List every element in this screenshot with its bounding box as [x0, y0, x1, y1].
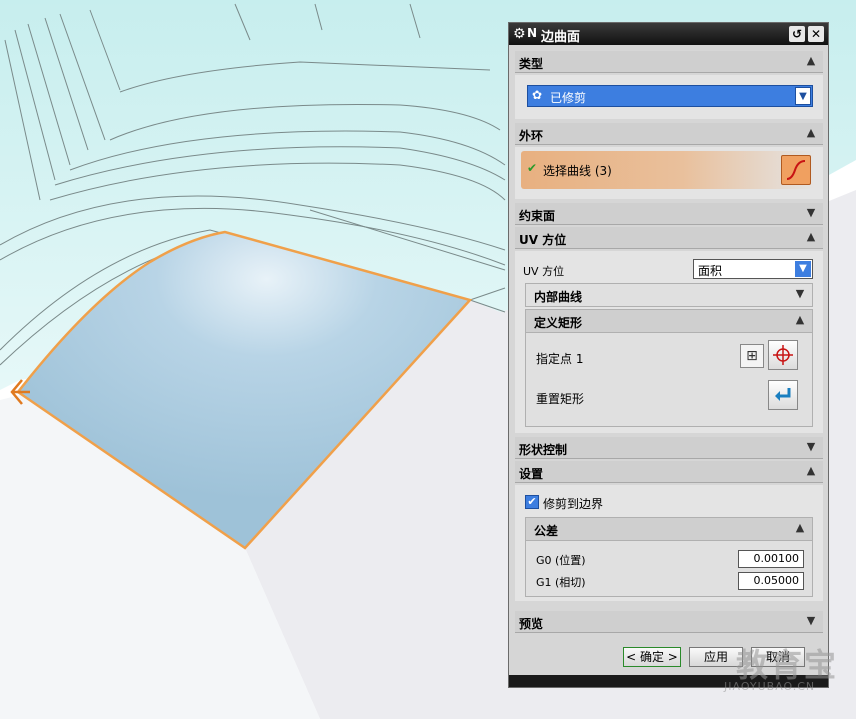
dropdown-arrow-icon[interactable]: ▼	[795, 87, 811, 105]
uv-select-value: 面积	[698, 264, 723, 278]
section-constraint-face[interactable]: 约束面 ▼	[515, 203, 823, 225]
chevron-up-icon[interactable]: ▲	[803, 125, 819, 141]
chevron-up-icon[interactable]: ▲	[803, 463, 819, 479]
section-type-label: 类型	[519, 57, 544, 71]
trimmed-type-icon: ✿	[532, 88, 543, 102]
chevron-down-icon[interactable]: ▼	[803, 439, 819, 455]
g1-input[interactable]: 0.05000	[738, 572, 804, 590]
outer-loop-panel: ✔ 选择曲线 (3)	[515, 147, 823, 199]
define-rect-label: 定义矩形	[534, 316, 583, 330]
section-shape-control[interactable]: 形状控制 ▼	[515, 437, 823, 459]
reset-icon[interactable]: ↺	[789, 26, 805, 42]
section-outer-loop-label: 外环	[519, 129, 544, 143]
gear-icon[interactable]: ⚙	[513, 26, 526, 42]
chevron-down-icon[interactable]: ▼	[803, 613, 819, 629]
define-rect-header[interactable]: 定义矩形 ▲	[526, 310, 812, 333]
type-panel: ✿ 已修剪 ▼	[515, 75, 823, 119]
checkmark-icon: ✔	[527, 161, 538, 175]
section-uv-label: UV 方位	[519, 233, 567, 247]
section-uv-orientation[interactable]: UV 方位 ▲	[515, 227, 823, 249]
uv-panel: UV 方位 面积 ▼ 内部曲线 ▼ 定义矩形 ▲ 指定点 1 ⊞ 重置矩形	[515, 251, 823, 433]
chevron-up-icon[interactable]: ▲	[803, 229, 819, 245]
g0-label: G0 (位置)	[536, 554, 586, 567]
trim-checkbox-label: 修剪到边界	[543, 497, 604, 511]
section-constraint-face-label: 约束面	[519, 209, 556, 223]
section-settings-label: 设置	[519, 467, 544, 481]
chevron-down-icon[interactable]: ▼	[803, 205, 819, 221]
section-preview-label: 预览	[519, 617, 544, 631]
tolerance-label: 公差	[534, 524, 559, 538]
watermark: 教育宝 JIAOYUBAO.CN	[724, 640, 840, 700]
watermark-url: JIAOYUBAO.CN	[724, 680, 816, 693]
dialog-title: 边曲面	[541, 30, 581, 45]
section-type[interactable]: 类型 ▲	[515, 51, 823, 73]
dropdown-arrow-icon[interactable]: ▼	[795, 261, 811, 277]
tolerance-group: 公差 ▲ G0 (位置) 0.00100 G1 (相切) 0.05000	[525, 517, 813, 597]
section-shape-control-label: 形状控制	[519, 443, 568, 457]
edge-surface-dialog: ⚙ N 边曲面 ↺ ✕ 类型 ▲ ✿ 已修剪 ▼ 外环 ▲ ✔ 选择曲线 (3)…	[508, 22, 829, 688]
g1-label: G1 (相切)	[536, 576, 586, 589]
chevron-up-icon[interactable]: ▲	[792, 312, 808, 328]
dialog-titlebar[interactable]: ⚙ N 边曲面 ↺ ✕	[509, 23, 828, 45]
point-dialog-icon[interactable]: ⊞	[740, 344, 764, 368]
point-crosshair-icon[interactable]	[768, 340, 798, 370]
type-select[interactable]: ✿ 已修剪 ▼	[527, 85, 813, 107]
section-outer-loop[interactable]: 外环 ▲	[515, 123, 823, 145]
settings-panel: ✔ 修剪到边界 公差 ▲ G0 (位置) 0.00100 G1 (相切) 0.0…	[515, 485, 823, 601]
type-select-value: 已修剪	[550, 91, 587, 105]
reset-rect-label: 重置矩形	[536, 392, 585, 406]
ok-button[interactable]: < 确定 >	[623, 647, 681, 667]
app-icon: N	[527, 26, 538, 40]
section-settings[interactable]: 设置 ▲	[515, 461, 823, 483]
inner-curves-label: 内部曲线	[534, 290, 583, 304]
select-curve-label: 选择曲线 (3)	[543, 164, 612, 178]
chevron-down-icon[interactable]: ▼	[792, 286, 808, 302]
reset-arrow-icon[interactable]	[768, 380, 798, 410]
uv-field-label: UV 方位	[523, 265, 565, 278]
inner-curves-group[interactable]: 内部曲线 ▼	[525, 283, 813, 307]
uv-select[interactable]: 面积 ▼	[693, 259, 813, 279]
section-preview[interactable]: 预览 ▼	[515, 611, 823, 633]
select-curve-row[interactable]: ✔ 选择曲线 (3)	[521, 151, 815, 189]
tolerance-header[interactable]: 公差 ▲	[526, 518, 812, 541]
curve-select-icon[interactable]	[781, 155, 811, 185]
define-rect-group: 定义矩形 ▲ 指定点 1 ⊞ 重置矩形	[525, 309, 813, 427]
specify-point-label: 指定点 1	[536, 352, 584, 366]
trim-checkbox[interactable]: ✔	[525, 495, 539, 509]
close-icon[interactable]: ✕	[808, 26, 824, 42]
chevron-up-icon[interactable]: ▲	[803, 53, 819, 69]
chevron-up-icon[interactable]: ▲	[792, 520, 808, 536]
g0-input[interactable]: 0.00100	[738, 550, 804, 568]
